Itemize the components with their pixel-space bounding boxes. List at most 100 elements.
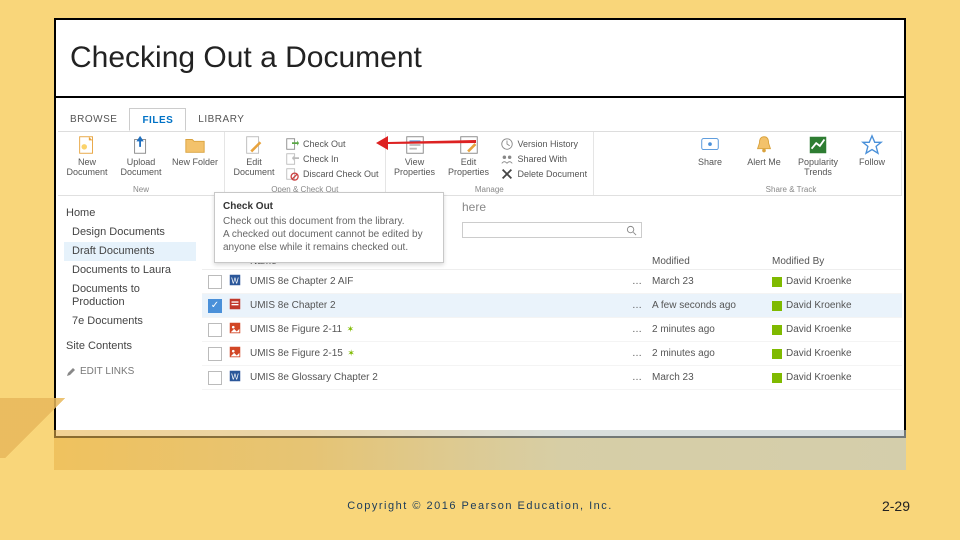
search-box[interactable]: [462, 222, 642, 238]
modified-date: 2 minutes ago: [652, 324, 772, 335]
check-in-button[interactable]: Check In: [285, 152, 379, 166]
version-history-button[interactable]: Version History: [500, 137, 588, 151]
new-document-button[interactable]: New Document: [64, 134, 110, 184]
file-type-icon: W: [228, 273, 250, 290]
file-type-icon: [228, 321, 250, 338]
edit-document-button[interactable]: Edit Document: [231, 134, 277, 184]
view-properties-label: View Properties: [392, 157, 438, 177]
alert-me-button[interactable]: Alert Me: [741, 134, 787, 184]
folder-icon: [184, 134, 206, 156]
upload-document-label: Upload Document: [118, 157, 164, 177]
checkout-tooltip: Check Out Check out this document from t…: [214, 192, 444, 263]
file-name[interactable]: UMIS 8e Figure 2-11: [250, 324, 342, 335]
file-name[interactable]: UMIS 8e Figure 2-15: [250, 348, 343, 359]
file-name[interactable]: UMIS 8e Glossary Chapter 2: [250, 372, 378, 383]
table-row[interactable]: ✓UMIS 8e Chapter 2…A few seconds agoDavi…: [202, 294, 902, 318]
table-row[interactable]: UMIS 8e Figure 2-11 ✶ … 2 minutes ago David…: [202, 318, 902, 342]
nav-documents-to-laura[interactable]: Documents to Laura: [64, 261, 196, 280]
tooltip-body-1: Check out this document from the library…: [223, 216, 405, 227]
delete-icon: [500, 167, 514, 181]
row-menu-button[interactable]: …: [632, 372, 642, 383]
modified-by-user[interactable]: David Kroenke: [786, 348, 852, 359]
shared-with-icon: [500, 152, 514, 166]
share-label: Share: [698, 157, 722, 167]
ribbon-group-new-label: New: [64, 184, 218, 195]
table-row[interactable]: UMIS 8e Figure 2-15 ✶…2 minutes agoDavid…: [202, 342, 902, 366]
check-in-icon: [285, 152, 299, 166]
upload-icon: [130, 134, 152, 156]
row-menu-button[interactable]: …: [632, 324, 642, 335]
follow-button[interactable]: Follow: [849, 134, 895, 184]
search-icon: [626, 225, 637, 236]
content-area: Check Out Check out this document from t…: [202, 196, 902, 423]
file-type-icon: [228, 297, 250, 314]
check-out-label: Check Out: [303, 139, 346, 149]
row-menu-button[interactable]: …: [632, 348, 642, 359]
discard-label: Discard Check Out: [303, 169, 379, 179]
row-menu-button[interactable]: …: [632, 276, 642, 287]
star-icon: [861, 134, 883, 156]
row-checkbox[interactable]: [208, 371, 222, 385]
ribbon-group-open: Edit Document Check Out Check In Discard…: [225, 132, 386, 195]
nav-documents-to-production[interactable]: Documents to Production: [64, 280, 196, 312]
modified-date: March 23: [652, 372, 772, 383]
alert-me-label: Alert Me: [747, 157, 781, 167]
file-name[interactable]: UMIS 8e Chapter 2 AIF: [250, 276, 353, 287]
ribbon-group-share: Share Alert Me Popularity Trends Follow …: [681, 132, 902, 195]
edit-properties-label: Edit Properties: [446, 157, 492, 177]
drop-hint-text: here: [462, 200, 486, 214]
presence-icon: [772, 325, 782, 335]
tab-library[interactable]: LIBRARY: [186, 108, 256, 131]
row-checkbox[interactable]: [208, 275, 222, 289]
nav-site-contents[interactable]: Site Contents: [64, 337, 196, 356]
trends-icon: [807, 134, 829, 156]
nav-home[interactable]: Home: [64, 204, 196, 223]
edit-links-button[interactable]: EDIT LINKS: [64, 366, 196, 377]
row-menu-button[interactable]: …: [632, 300, 642, 311]
popularity-trends-button[interactable]: Popularity Trends: [795, 134, 841, 184]
table-row[interactable]: WUMIS 8e Chapter 2 AIF … March 23 David Kro…: [202, 270, 902, 294]
discard-checkout-button[interactable]: Discard Check Out: [285, 167, 379, 181]
tooltip-title: Check Out: [223, 201, 435, 212]
file-name[interactable]: UMIS 8e Chapter 2: [250, 300, 336, 311]
presence-icon: [772, 301, 782, 311]
ribbon-group-new: New Document Upload Document New Folder …: [58, 132, 225, 195]
tab-browse[interactable]: BROWSE: [58, 108, 129, 131]
delete-document-label: Delete Document: [518, 169, 588, 179]
page-number: 2-29: [882, 498, 910, 514]
modified-by-user[interactable]: David Kroenke: [786, 372, 852, 383]
modified-by-user[interactable]: David Kroenke: [786, 324, 852, 335]
share-icon: [699, 134, 721, 156]
pencil-icon: [66, 367, 76, 377]
modified-date: March 23: [652, 276, 772, 287]
row-checkbox[interactable]: ✓: [208, 299, 222, 313]
nav-design-documents[interactable]: Design Documents: [64, 223, 196, 242]
file-type-icon: W: [228, 369, 250, 386]
table-row[interactable]: WUMIS 8e Glossary Chapter 2 … March 23 Davi…: [202, 366, 902, 390]
modified-by-user[interactable]: David Kroenke: [786, 300, 852, 311]
shared-with-button[interactable]: Shared With: [500, 152, 588, 166]
modified-by-user[interactable]: David Kroenke: [786, 276, 852, 287]
ribbon-group-share-label: Share & Track: [687, 184, 895, 195]
check-in-label: Check In: [303, 154, 339, 164]
delete-document-button[interactable]: Delete Document: [500, 167, 588, 181]
copyright-text: Copyright © 2016 Pearson Education, Inc.: [0, 500, 960, 512]
edit-links-label: EDIT LINKS: [80, 366, 134, 377]
new-indicator-icon: ✶: [344, 324, 354, 334]
shared-with-label: Shared With: [518, 154, 568, 164]
share-button[interactable]: Share: [687, 134, 733, 184]
new-folder-button[interactable]: New Folder: [172, 134, 218, 184]
nav-7e-documents[interactable]: 7e Documents: [64, 312, 196, 331]
file-type-icon: [228, 345, 250, 362]
upload-document-button[interactable]: Upload Document: [118, 134, 164, 184]
row-checkbox[interactable]: [208, 347, 222, 361]
tab-files[interactable]: FILES: [129, 108, 186, 131]
header-modified[interactable]: Modified: [652, 256, 772, 267]
popularity-trends-label: Popularity Trends: [795, 157, 841, 177]
bell-icon: [753, 134, 775, 156]
nav-draft-documents[interactable]: Draft Documents: [64, 242, 196, 261]
header-modified-by[interactable]: Modified By: [772, 256, 902, 267]
slide-title: Checking Out a Document: [54, 18, 906, 98]
check-out-button[interactable]: Check Out: [285, 137, 379, 151]
row-checkbox[interactable]: [208, 323, 222, 337]
